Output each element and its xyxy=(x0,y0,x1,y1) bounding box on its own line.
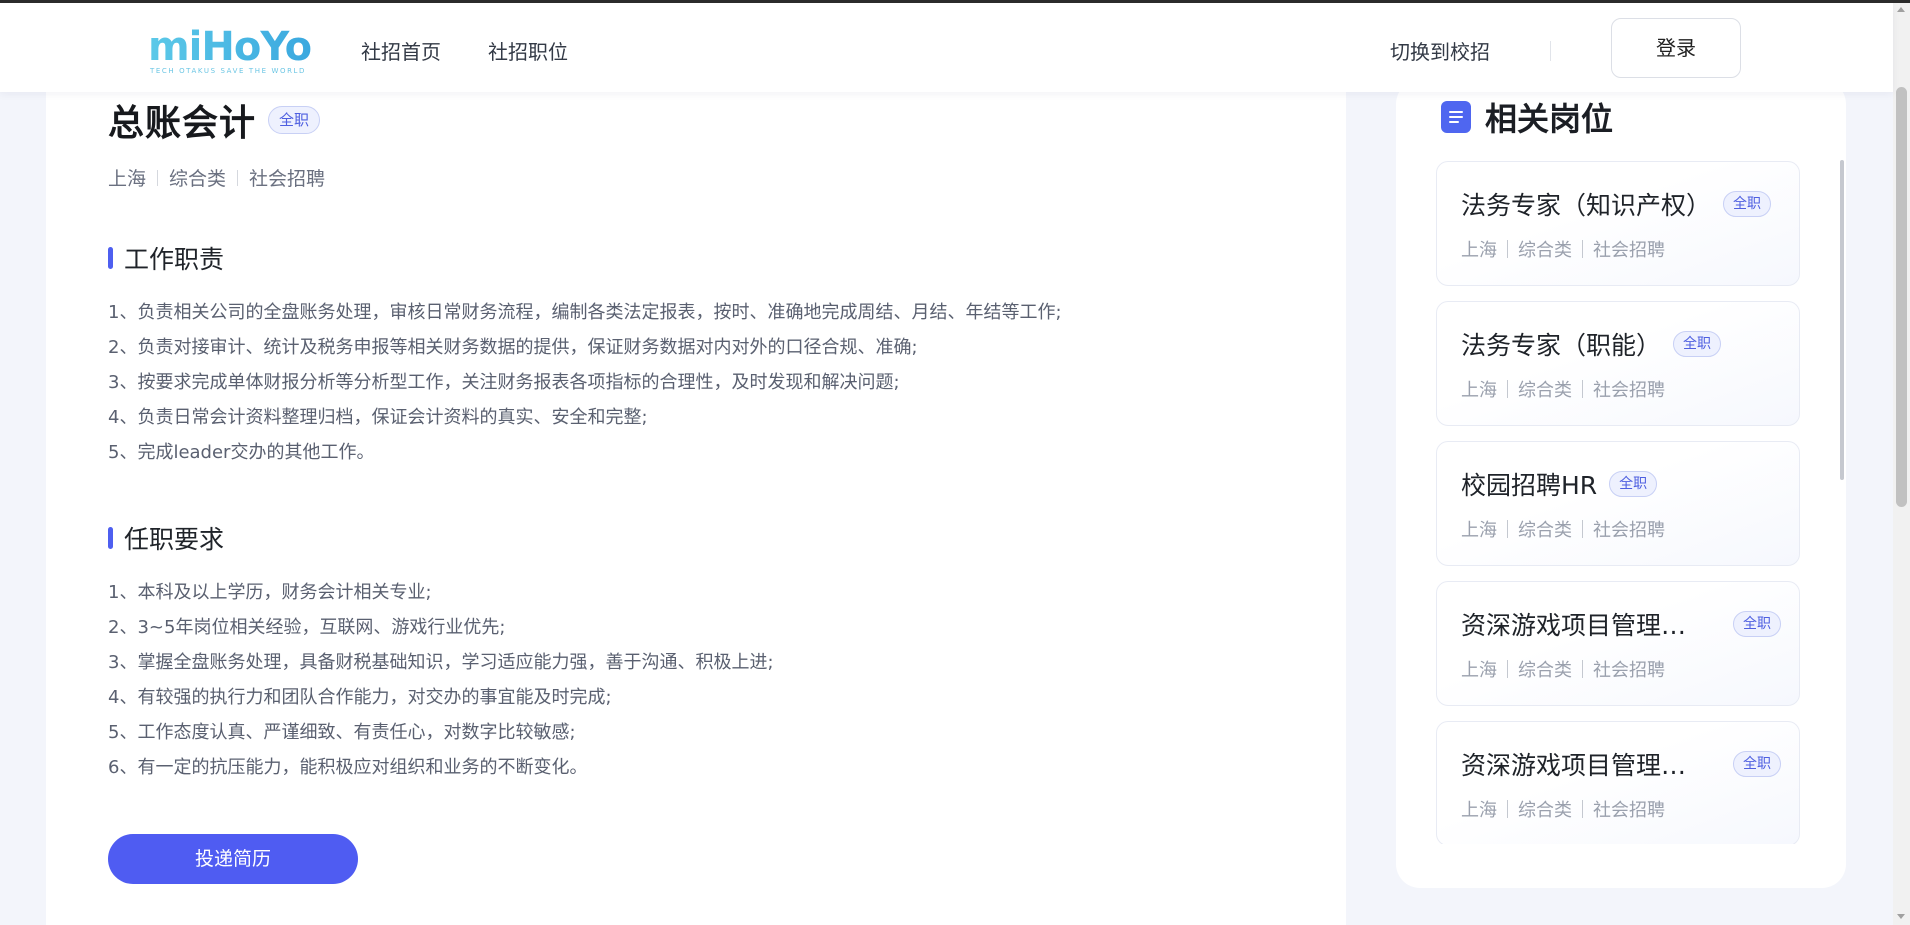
related-job-category: 综合类 xyxy=(1518,520,1572,541)
related-job-title: 资深游戏项目管理-... xyxy=(1461,611,1693,640)
mihoyo-logo[interactable]: miHoYo TECH OTAKUS SAVE THE WORLD xyxy=(148,25,312,75)
related-job-location: 上海 xyxy=(1461,660,1497,681)
requirement-item: 2、3~5年岗位相关经验，互联网、游戏行业优先; xyxy=(108,617,506,638)
responsibility-item: 3、按要求完成单体财报分析等分析型工作，关注财务报表各项指标的合理性，及时发现和… xyxy=(108,372,900,393)
related-job-category: 综合类 xyxy=(1518,660,1572,681)
page-scrollbar[interactable] xyxy=(1893,3,1910,925)
login-button[interactable]: 登录 xyxy=(1611,18,1741,78)
job-type-badge: 全职 xyxy=(1733,611,1781,637)
related-job-category: 综合类 xyxy=(1518,240,1572,261)
meta-divider xyxy=(1507,660,1508,678)
nav-social-jobs[interactable]: 社招职位 xyxy=(488,38,568,66)
related-job-title: 校园招聘HR xyxy=(1461,471,1598,500)
related-job-card[interactable]: 法务专家（职能） 全职 上海 综合类 社会招聘 xyxy=(1436,301,1800,426)
document-icon xyxy=(1441,101,1471,133)
logo-tagline: TECH OTAKUS SAVE THE WORLD xyxy=(150,67,307,75)
related-jobs-title: 相关岗位 xyxy=(1485,100,1614,138)
scrollbar-thumb[interactable] xyxy=(1896,87,1907,507)
meta-divider xyxy=(1582,660,1583,678)
related-job-card[interactable]: 资深游戏项目管理-... 全职 上海 综合类 社会招聘 xyxy=(1436,721,1800,844)
related-job-recruit-type: 社会招聘 xyxy=(1593,520,1665,541)
scroll-down-arrow-icon[interactable] xyxy=(1897,914,1905,919)
meta-divider xyxy=(1507,380,1508,398)
logo-wordmark: miHoYo xyxy=(148,24,312,70)
job-title: 总账会计 xyxy=(108,103,257,144)
job-type-badge: 全职 xyxy=(1723,191,1772,217)
requirements-title: 任职要求 xyxy=(124,525,225,554)
related-job-meta: 上海 综合类 社会招聘 xyxy=(1461,236,1665,262)
related-job-recruit-type: 社会招聘 xyxy=(1593,800,1665,821)
related-list-scrollbar[interactable] xyxy=(1840,160,1844,480)
related-job-title: 法务专家（职能） xyxy=(1461,331,1662,360)
window-top-border xyxy=(0,0,1910,3)
related-job-card[interactable]: 资深游戏项目管理-... 全职 上海 综合类 社会招聘 xyxy=(1436,581,1800,706)
related-job-location: 上海 xyxy=(1461,240,1497,261)
nav-social-home[interactable]: 社招首页 xyxy=(361,38,441,66)
requirement-item: 3、掌握全盘账务处理，具备财税基础知识，学习适应能力强，善于沟通、积极上进; xyxy=(108,652,774,673)
requirement-item: 4、有较强的执行力和团队合作能力，对交办的事宜能及时完成; xyxy=(108,687,612,708)
header-divider xyxy=(1550,41,1551,61)
related-job-title: 法务专家（知识产权） xyxy=(1461,191,1712,220)
meta-divider xyxy=(1507,520,1508,538)
meta-divider xyxy=(1582,240,1583,258)
requirement-item: 1、本科及以上学历，财务会计相关专业; xyxy=(108,582,432,603)
related-job-title: 资深游戏项目管理-... xyxy=(1461,751,1693,780)
responsibilities-heading: 工作职责 xyxy=(108,240,224,276)
related-job-location: 上海 xyxy=(1461,800,1497,821)
meta-divider xyxy=(1582,520,1583,538)
requirements-heading: 任职要求 xyxy=(108,520,224,556)
job-type-badge: 全职 xyxy=(1733,751,1781,777)
requirements-list: 1、本科及以上学历，财务会计相关专业; 2、3~5年岗位相关经验，互联网、游戏行… xyxy=(108,575,774,785)
meta-divider xyxy=(237,169,239,186)
apply-resume-button[interactable]: 投递简历 xyxy=(108,834,358,884)
meta-divider xyxy=(1582,800,1583,818)
related-jobs-heading: 相关岗位 xyxy=(1441,94,1613,140)
job-category: 综合类 xyxy=(169,168,227,190)
related-job-category: 综合类 xyxy=(1518,800,1572,821)
meta-divider xyxy=(157,169,159,186)
related-jobs-panel: 相关岗位 法务专家（知识产权） 全职 上海 综合类 社会招聘 法务专家（职能） … xyxy=(1396,80,1846,888)
section-accent-bar xyxy=(108,247,113,269)
switch-to-campus-link[interactable]: 切换到校招 xyxy=(1390,38,1490,66)
related-job-recruit-type: 社会招聘 xyxy=(1593,240,1665,261)
responsibility-item: 5、完成leader交办的其他工作。 xyxy=(108,442,375,463)
responsibilities-title: 工作职责 xyxy=(124,245,225,274)
related-job-location: 上海 xyxy=(1461,380,1497,401)
related-job-meta: 上海 综合类 社会招聘 xyxy=(1461,656,1665,682)
scroll-up-arrow-icon[interactable] xyxy=(1897,7,1905,12)
job-type-badge: 全职 xyxy=(268,106,321,134)
related-job-card[interactable]: 校园招聘HR 全职 上海 综合类 社会招聘 xyxy=(1436,441,1800,566)
related-job-recruit-type: 社会招聘 xyxy=(1593,660,1665,681)
meta-divider xyxy=(1507,240,1508,258)
related-job-meta: 上海 综合类 社会招聘 xyxy=(1461,516,1665,542)
responsibilities-list: 1、负责相关公司的全盘账务处理，审核日常财务流程，编制各类法定报表，按时、准确地… xyxy=(108,295,1062,470)
job-type-badge: 全职 xyxy=(1673,331,1722,357)
requirement-item: 5、工作态度认真、严谨细致、有责任心，对数字比较敏感; xyxy=(108,722,576,743)
related-job-recruit-type: 社会招聘 xyxy=(1593,380,1665,401)
job-meta: 上海 综合类 社会招聘 xyxy=(108,164,325,191)
responsibility-item: 1、负责相关公司的全盘账务处理，审核日常财务流程，编制各类法定报表，按时、准确地… xyxy=(108,302,1062,323)
related-job-location: 上海 xyxy=(1461,520,1497,541)
job-location: 上海 xyxy=(108,168,147,190)
requirement-item: 6、有一定的抗压能力，能积极应对组织和业务的不断变化。 xyxy=(108,757,588,778)
job-title-row: 总账会计 全职 xyxy=(108,96,321,144)
related-job-meta: 上海 综合类 社会招聘 xyxy=(1461,796,1665,822)
related-job-card[interactable]: 法务专家（知识产权） 全职 上海 综合类 社会招聘 xyxy=(1436,161,1800,286)
section-accent-bar xyxy=(108,527,113,549)
job-recruit-type: 社会招聘 xyxy=(249,168,326,190)
site-header: miHoYo TECH OTAKUS SAVE THE WORLD 社招首页 社… xyxy=(0,3,1893,92)
responsibility-item: 2、负责对接审计、统计及税务申报等相关财务数据的提供，保证财务数据对内对外的口径… xyxy=(108,337,918,358)
related-job-category: 综合类 xyxy=(1518,380,1572,401)
related-job-meta: 上海 综合类 社会招聘 xyxy=(1461,376,1665,402)
meta-divider xyxy=(1582,380,1583,398)
job-detail-panel: 总账会计 全职 上海 综合类 社会招聘 工作职责 1、负责相关公司的全盘账务处理… xyxy=(46,92,1346,925)
meta-divider xyxy=(1507,800,1508,818)
job-type-badge: 全职 xyxy=(1609,471,1658,497)
related-jobs-list: 法务专家（知识产权） 全职 上海 综合类 社会招聘 法务专家（职能） 全职 上海… xyxy=(1436,161,1800,844)
responsibility-item: 4、负责日常会计资料整理归档，保证会计资料的真实、安全和完整; xyxy=(108,407,648,428)
